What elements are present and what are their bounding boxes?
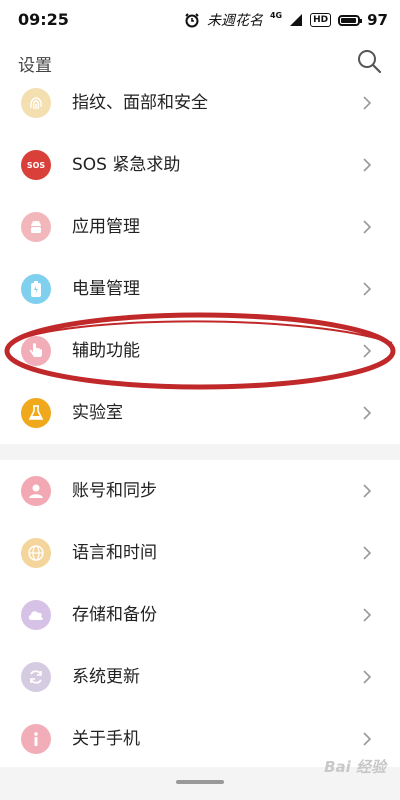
refresh-icon bbox=[21, 662, 51, 692]
settings-item-update[interactable]: 系统更新 bbox=[0, 646, 400, 708]
chevron-right-icon bbox=[363, 546, 372, 560]
settings-item-storage[interactable]: 存储和备份 bbox=[0, 584, 400, 646]
status-time: 09:25 bbox=[18, 10, 69, 29]
settings-item-label: 语言和时间 bbox=[72, 543, 157, 563]
settings-item-accessibility[interactable]: 辅助功能 bbox=[0, 320, 400, 382]
sos-icon-text: SOS bbox=[26, 160, 46, 170]
battery-level: 97 bbox=[367, 11, 388, 29]
chevron-right-icon bbox=[363, 344, 372, 358]
settings-item-label: 电量管理 bbox=[72, 279, 140, 299]
chevron-right-icon bbox=[363, 158, 372, 172]
network-type: 4G bbox=[269, 10, 283, 20]
flask-icon bbox=[21, 398, 51, 428]
chevron-right-icon bbox=[363, 406, 372, 420]
settings-item-label: 实验室 bbox=[72, 403, 123, 423]
carrier-name: 未週花名 bbox=[206, 13, 263, 29]
settings-item-label: 关于手机 bbox=[72, 729, 140, 749]
settings-item-language[interactable]: 语言和时间 bbox=[0, 522, 400, 584]
status-icons: 未週花名 4G HD 97 bbox=[184, 10, 388, 30]
settings-item-label: 存储和备份 bbox=[72, 605, 157, 625]
fingerprint-icon bbox=[21, 88, 51, 118]
chevron-right-icon bbox=[363, 220, 372, 234]
home-indicator[interactable] bbox=[176, 780, 224, 784]
status-bar: 09:25 未週花名 4G HD 97 bbox=[0, 0, 400, 40]
settings-item-label: 账号和同步 bbox=[72, 481, 157, 501]
settings-item-apps[interactable]: 应用管理 bbox=[0, 196, 400, 258]
settings-item-label: SOS 紧急求助 bbox=[72, 155, 181, 175]
chevron-right-icon bbox=[363, 670, 372, 684]
alarm-icon bbox=[185, 13, 199, 28]
settings-group-secondary: 账号和同步 语言和时间 存储和备份 系统更新 关于手机 bbox=[0, 460, 400, 767]
cloud-icon bbox=[21, 600, 51, 630]
settings-item-label: 系统更新 bbox=[72, 667, 140, 687]
hand-pointer-icon bbox=[21, 336, 51, 366]
signal-icon bbox=[290, 14, 303, 26]
hd-badge: HD bbox=[310, 13, 332, 27]
android-app-icon bbox=[21, 212, 51, 242]
battery-icon bbox=[21, 274, 51, 304]
settings-item-label: 辅助功能 bbox=[72, 341, 140, 361]
settings-item-battery[interactable]: 电量管理 bbox=[0, 258, 400, 320]
chevron-right-icon bbox=[363, 484, 372, 498]
settings-group-primary: 指纹、面部和安全 SOS SOS 紧急求助 应用管理 电量管理 辅助功能 实验室 bbox=[0, 84, 400, 444]
search-icon[interactable] bbox=[356, 48, 382, 74]
chevron-right-icon bbox=[363, 282, 372, 296]
baidu-watermark: Bai 经验 bbox=[324, 758, 386, 776]
info-icon bbox=[21, 724, 51, 754]
chevron-right-icon bbox=[363, 96, 372, 110]
settings-item-sos[interactable]: SOS SOS 紧急求助 bbox=[0, 134, 400, 196]
settings-item-account[interactable]: 账号和同步 bbox=[0, 460, 400, 522]
settings-item-label: 应用管理 bbox=[72, 217, 140, 237]
chevron-right-icon bbox=[363, 732, 372, 746]
settings-item-label: 指纹、面部和安全 bbox=[72, 93, 208, 113]
settings-item-lab[interactable]: 实验室 bbox=[0, 382, 400, 444]
account-icon bbox=[21, 476, 51, 506]
chevron-right-icon bbox=[363, 608, 372, 622]
settings-item-security[interactable]: 指纹、面部和安全 bbox=[0, 72, 400, 134]
globe-icon bbox=[21, 538, 51, 568]
sos-icon: SOS bbox=[21, 150, 51, 180]
battery-icon bbox=[338, 14, 363, 26]
